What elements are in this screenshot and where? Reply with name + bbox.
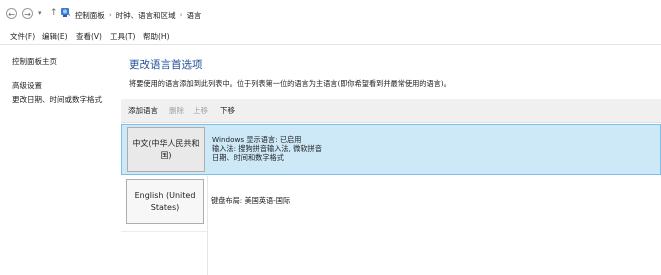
- chevron-right-icon: ›: [179, 11, 183, 19]
- chevron-down-icon[interactable]: ▾: [38, 9, 42, 17]
- back-icon[interactable]: ←: [6, 8, 17, 19]
- menu-help[interactable]: 帮助(H): [143, 31, 170, 42]
- breadcrumb-item[interactable]: 语言: [186, 10, 201, 21]
- language-row-selected[interactable]: 中文(中华人民共和国) Windows 显示语言: 已启用 输入法: 搜狗拼音输…: [121, 124, 661, 175]
- language-toolbar: 添加语言 删除 上移 下移: [121, 99, 661, 123]
- menu-tools[interactable]: 工具(T): [110, 31, 135, 42]
- menu-file[interactable]: 文件(F): [10, 31, 35, 42]
- language-name-box: English (United States): [126, 179, 204, 224]
- language-details: Windows 显示语言: 已启用 输入法: 搜狗拼音输入法, 微软拼音 日期、…: [212, 135, 322, 162]
- breadcrumb-item[interactable]: 控制面板: [75, 10, 105, 21]
- breadcrumb: › 控制面板 › 时钟、语言和区域 › 语言: [68, 9, 201, 21]
- language-row[interactable]: English (United States) 键盘布局: 美国英语-国际: [121, 176, 661, 228]
- nav-advanced-settings[interactable]: 高级设置: [12, 80, 42, 91]
- chevron-right-icon: ›: [108, 11, 112, 19]
- language-detail-line: 日期、时间和数字格式: [212, 153, 284, 162]
- move-up-button[interactable]: 上移: [193, 105, 208, 116]
- add-language-button[interactable]: 添加语言: [128, 105, 158, 116]
- language-name-box: 中文(中华人民共和国): [127, 127, 205, 172]
- menu-bar: 文件(F) 编辑(E) 查看(V) 工具(T) 帮助(H): [0, 29, 661, 45]
- language-detail-line: Windows 显示语言: 已启用: [212, 135, 302, 144]
- address-bar: ← → ▾ ↑ › 控制面板 › 时钟、语言和区域 › 语言: [0, 0, 661, 29]
- divider: [121, 231, 207, 232]
- page-description: 将要使用的语言添加到此列表中。位于列表第一位的语言为主语言(即你希望看到并最常使…: [129, 79, 451, 88]
- language-detail-line: 输入法: 搜狗拼音输入法, 微软拼音: [212, 144, 322, 153]
- page-title: 更改语言首选项: [129, 59, 203, 71]
- breadcrumb-item[interactable]: 时钟、语言和区域: [116, 10, 176, 21]
- remove-button[interactable]: 删除: [169, 105, 184, 116]
- chevron-right-icon: ›: [68, 11, 71, 19]
- menu-view[interactable]: 查看(V): [76, 31, 102, 42]
- nav-change-date-time-format[interactable]: 更改日期、时间或数字格式: [12, 94, 102, 105]
- move-down-button[interactable]: 下移: [220, 105, 235, 116]
- up-arrow-icon[interactable]: ↑: [50, 8, 58, 18]
- forward-icon[interactable]: →: [22, 8, 33, 19]
- language-name: English (United States): [134, 190, 196, 212]
- language-details: 键盘布局: 美国英语-国际: [211, 196, 290, 205]
- nav-control-panel-home[interactable]: 控制面板主页: [12, 56, 57, 67]
- menu-edit[interactable]: 编辑(E): [42, 31, 68, 42]
- divider: [207, 176, 208, 275]
- language-name: 中文(中华人民共和国): [132, 138, 200, 160]
- language-detail-line: 键盘布局: 美国英语-国际: [211, 196, 291, 205]
